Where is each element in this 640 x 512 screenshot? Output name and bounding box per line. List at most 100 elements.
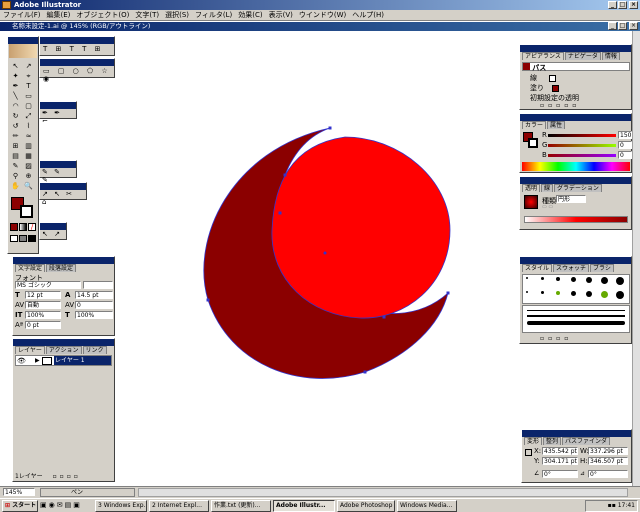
- tool-7-icon[interactable]: ▭: [23, 91, 34, 101]
- brush-swatch-10[interactable]: [571, 291, 576, 296]
- anchor-point-0[interactable]: [328, 126, 332, 130]
- stroke-color-swatch[interactable]: [20, 205, 33, 218]
- leading-input[interactable]: 14.5 pt: [75, 291, 113, 299]
- anchor-point-5[interactable]: [278, 211, 282, 215]
- brush-strokes-list[interactable]: [522, 305, 630, 333]
- shape-tools-icons[interactable]: ▭ ▢ ○ ⬠ ☆ ◉: [40, 66, 114, 84]
- reference-point-icon[interactable]: [525, 449, 532, 456]
- tab-appearance-2[interactable]: 情報: [601, 52, 620, 60]
- eye-icon[interactable]: 👁: [17, 357, 26, 365]
- color-spectrum-bar[interactable]: [522, 162, 630, 171]
- expand-triangle-icon[interactable]: ▶: [35, 357, 40, 364]
- taskbar-button-1[interactable]: 3 Windows Exp...: [95, 500, 147, 512]
- brushes-footer-buttons[interactable]: ▫▫▫▫: [540, 335, 630, 342]
- tools-palette-titlebar[interactable]: [8, 37, 38, 44]
- anchor-point-4[interactable]: [283, 173, 287, 177]
- brush-swatch-11[interactable]: [586, 291, 592, 297]
- taskbar-button-4[interactable]: Adobe Illustr...: [273, 500, 335, 512]
- tab-gradient-1[interactable]: 線: [541, 184, 554, 192]
- g-slider[interactable]: [548, 144, 616, 147]
- character-titlebar[interactable]: [13, 257, 114, 264]
- brush-swatch-3[interactable]: [571, 277, 576, 282]
- tool-16-icon[interactable]: ⊞: [10, 141, 21, 151]
- brush-swatch-7[interactable]: [526, 291, 528, 293]
- pen-tools-icons[interactable]: ✒ ✒ ⌐: [40, 109, 76, 125]
- kerning-input[interactable]: 自動: [25, 301, 61, 309]
- brush-swatch-5[interactable]: [601, 277, 608, 284]
- tab-layers-0[interactable]: レイヤー: [15, 346, 45, 354]
- select-tools-icons[interactable]: ↖ ↗: [40, 230, 66, 238]
- tab-layers-1[interactable]: アクション: [45, 346, 82, 354]
- tab-styles-2[interactable]: ブラシ: [590, 264, 614, 272]
- reshape-tools-icons[interactable]: ↗ ↖ ✂ ⌂: [40, 190, 86, 206]
- brush-swatch-0[interactable]: [526, 277, 528, 279]
- tool-6-icon[interactable]: ╲: [10, 91, 21, 101]
- full-screen-mode-icon[interactable]: [28, 235, 36, 242]
- tab-character-1[interactable]: 段落設定: [46, 264, 77, 272]
- tool-1-icon[interactable]: ↗: [23, 61, 34, 71]
- tool-22-icon[interactable]: ⚲: [10, 171, 21, 181]
- tool-20-icon[interactable]: ✎: [10, 161, 21, 171]
- tab-transform-1[interactable]: 整列: [543, 437, 562, 445]
- tool-11-icon[interactable]: ⤢: [23, 111, 34, 121]
- layers-titlebar[interactable]: [13, 339, 114, 346]
- tab-appearance-0[interactable]: アピアランス: [522, 52, 564, 60]
- font-family-select[interactable]: MS ゴシック: [15, 281, 81, 289]
- tracking-input[interactable]: 0: [75, 301, 113, 309]
- color-tabs[interactable]: カラー 属性: [520, 121, 631, 130]
- brushes-titlebar[interactable]: [520, 257, 631, 264]
- color-mode-button[interactable]: [10, 223, 18, 231]
- tab-transform-2[interactable]: パスファインダ: [562, 437, 611, 445]
- r-slider[interactable]: [548, 134, 616, 137]
- brushes-tabs[interactable]: スタイル スウォッチ ブラシ: [520, 264, 631, 273]
- brush-swatch-2[interactable]: [556, 277, 560, 281]
- gradient-titlebar[interactable]: [520, 177, 631, 184]
- fill-row[interactable]: 塗り: [530, 83, 560, 93]
- none-mode-button[interactable]: /: [28, 223, 36, 231]
- brush-thumbnails[interactable]: [522, 274, 630, 304]
- shear-input[interactable]: 0°: [588, 470, 628, 478]
- appearance-titlebar[interactable]: [520, 45, 631, 52]
- appearance-tabs[interactable]: アピアランス ナビゲータ 情報: [520, 52, 631, 61]
- tool-4-icon[interactable]: ✒: [10, 81, 21, 91]
- tab-appearance-1[interactable]: ナビゲータ: [564, 52, 601, 60]
- tool-8-icon[interactable]: ◠: [10, 101, 21, 111]
- tool-23-icon[interactable]: ⊕: [23, 171, 34, 181]
- tool-9-icon[interactable]: ▢: [23, 101, 34, 111]
- taskbar-button-3[interactable]: 作業.txt (更新)...: [211, 500, 271, 512]
- stroke-row[interactable]: 線: [530, 73, 557, 83]
- tray-icons[interactable]: ▪▪: [608, 502, 616, 509]
- gradient-type-select[interactable]: 円形: [556, 195, 586, 203]
- color-titlebar[interactable]: [520, 114, 631, 121]
- angle-input[interactable]: 0°: [542, 470, 578, 478]
- horizontal-scrollbar[interactable]: [138, 488, 628, 497]
- tool-13-icon[interactable]: ⌇: [23, 121, 34, 131]
- red-circle-shape[interactable]: [271, 136, 451, 319]
- standard-screen-mode-icon[interactable]: [10, 235, 18, 242]
- x-input[interactable]: 435.542 pt: [542, 447, 578, 455]
- tab-styles-0[interactable]: スタイル: [522, 264, 553, 272]
- tool-10-icon[interactable]: ↻: [10, 111, 21, 121]
- tab-gradient-0[interactable]: 透明: [522, 184, 541, 192]
- brush-swatch-12[interactable]: [601, 291, 608, 298]
- tool-19-icon[interactable]: ▦: [23, 151, 34, 161]
- w-input[interactable]: 337.296 pt: [588, 447, 628, 455]
- anchor-point-6[interactable]: [382, 315, 386, 319]
- brush-swatch-4[interactable]: [586, 277, 592, 283]
- tab-transform-0[interactable]: 変形: [524, 437, 543, 445]
- tab-color-1[interactable]: 属性: [547, 121, 566, 129]
- tool-25-icon[interactable]: 🔍: [23, 181, 34, 191]
- brush-swatch-13[interactable]: [616, 291, 624, 299]
- layer-name[interactable]: レイヤー 1: [54, 356, 111, 365]
- vertical-scale-input[interactable]: 100%: [25, 311, 61, 319]
- status-tool-display[interactable]: ペン: [40, 488, 135, 497]
- brush-swatch-1[interactable]: [541, 277, 544, 280]
- anchor-point-2[interactable]: [363, 370, 367, 374]
- layers-footer-buttons[interactable]: ▫▫▫▫: [53, 473, 81, 480]
- transform-titlebar[interactable]: [522, 430, 631, 437]
- taskbar-button-2[interactable]: 2 Internet Expl...: [149, 500, 209, 512]
- transform-tabs[interactable]: 変形 整列 パスファインダ: [522, 437, 631, 446]
- b-value-input[interactable]: 0: [618, 151, 632, 159]
- tool-2-icon[interactable]: ✦: [10, 71, 21, 81]
- horizontal-scale-input[interactable]: 100%: [75, 311, 113, 319]
